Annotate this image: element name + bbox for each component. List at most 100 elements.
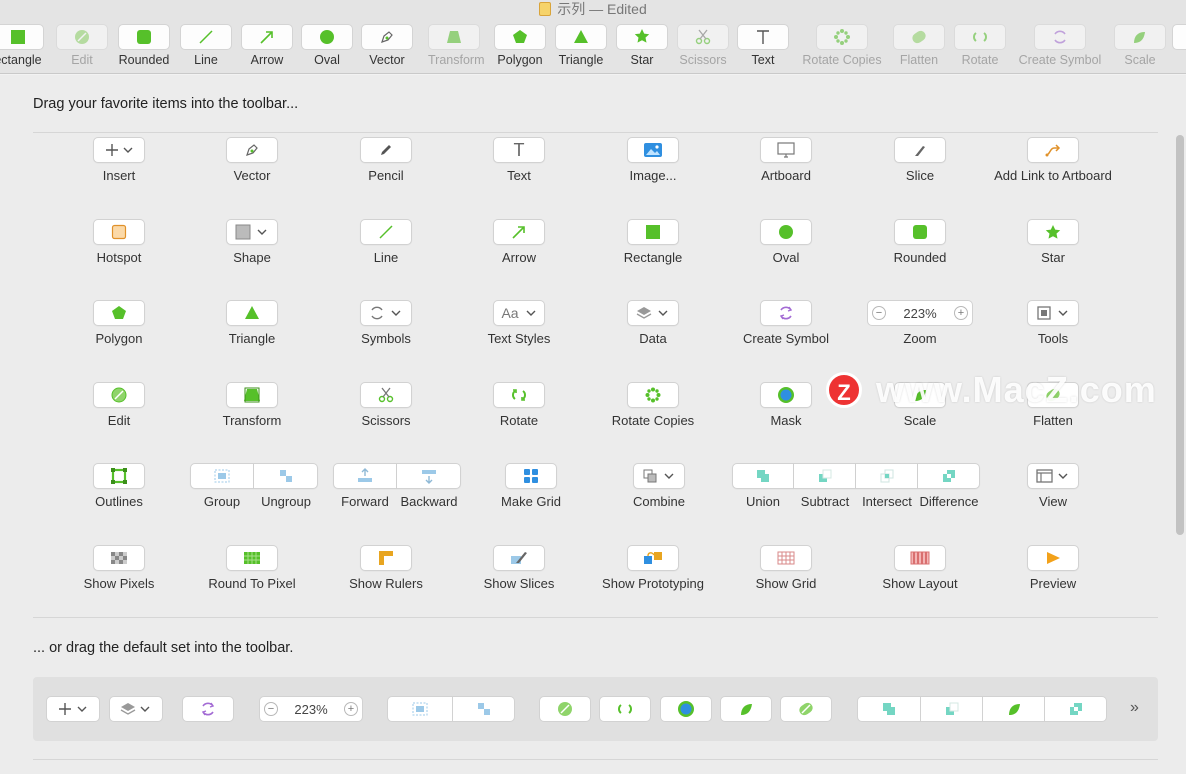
item-slice[interactable]: Slice — [853, 137, 987, 184]
toolbar-item-arrow[interactable]: Arrow — [241, 24, 293, 67]
default-set-toolbar[interactable]: − 223% + » — [33, 677, 1158, 741]
chevron-down-icon — [1058, 473, 1068, 479]
boolean-ops-group: Union Subtract Intersect Difference — [732, 463, 980, 510]
item-data[interactable]: Data — [586, 300, 720, 347]
pencil-icon — [381, 145, 391, 155]
subtract-icon — [945, 702, 958, 715]
item-ungroup[interactable]: Ungroup — [254, 463, 318, 510]
toolbar-item-scissors[interactable]: Scissors — [677, 24, 729, 67]
default-scale[interactable] — [720, 696, 772, 722]
toolbar-item-polygon[interactable]: Polygon — [494, 24, 546, 67]
default-insert[interactable] — [46, 696, 100, 722]
send-backward-icon — [421, 470, 436, 484]
item-symbols[interactable]: Symbols — [319, 300, 453, 347]
item-round-to-pixel[interactable]: Round To Pixel — [185, 545, 319, 592]
item-rectangle[interactable]: Rectangle — [586, 219, 720, 266]
item-star[interactable]: Star — [986, 219, 1120, 266]
item-pencil[interactable]: Pencil — [319, 137, 453, 184]
default-subtract[interactable] — [921, 696, 983, 722]
line-icon — [379, 225, 393, 239]
default-flatten[interactable] — [780, 696, 832, 722]
item-show-pixels[interactable]: Show Pixels — [52, 545, 186, 592]
toolbar-item-rounded[interactable]: Rounded — [118, 24, 170, 67]
toolbar-item-triangle[interactable]: Triangle — [555, 24, 607, 67]
overflow-chevron-icon[interactable]: » — [1130, 699, 1139, 717]
toolbar-item-rotate[interactable]: Rotate — [954, 24, 1006, 67]
item-hotspot[interactable]: Hotspot — [52, 219, 186, 266]
item-show-prototyping[interactable]: Show Prototyping — [586, 545, 720, 592]
item-outlines[interactable]: Outlines — [52, 463, 186, 510]
item-add-link[interactable]: Add Link to Artboard — [986, 137, 1120, 184]
default-rotate[interactable] — [599, 696, 651, 722]
item-tools[interactable]: Tools — [986, 300, 1120, 347]
toolbar-item-rotate-copies[interactable]: Rotate Copies — [797, 24, 887, 67]
item-difference[interactable]: Difference — [918, 463, 980, 510]
default-mask[interactable] — [660, 696, 712, 722]
item-arrow[interactable]: Arrow — [452, 219, 586, 266]
item-show-slices[interactable]: Show Slices — [452, 545, 586, 592]
default-create-symbol[interactable] — [182, 696, 234, 722]
default-ungroup[interactable] — [453, 696, 515, 722]
toolbar-item-vector[interactable]: Vector — [361, 24, 413, 67]
item-view[interactable]: View — [986, 463, 1120, 510]
item-create-symbol[interactable]: Create Symbol — [719, 300, 853, 347]
toolbar-item-star[interactable]: Star — [616, 24, 668, 67]
item-backward[interactable]: Backward — [397, 463, 461, 510]
item-artboard[interactable]: Artboard — [719, 137, 853, 184]
item-show-rulers[interactable]: Show Rulers — [319, 545, 453, 592]
item-forward[interactable]: Forward — [333, 463, 397, 510]
item-subtract[interactable]: Subtract — [794, 463, 856, 510]
zoom-out-icon[interactable]: − — [872, 306, 886, 320]
item-show-grid[interactable]: Show Grid — [719, 545, 853, 592]
toolbar-item-flatten[interactable]: Flatten — [893, 24, 945, 67]
item-insert[interactable]: Insert — [52, 137, 186, 184]
default-data[interactable] — [109, 696, 163, 722]
item-combine[interactable]: Combine — [592, 463, 726, 510]
item-intersect[interactable]: Intersect — [856, 463, 918, 510]
item-rotate-copies[interactable]: Rotate Copies — [586, 382, 720, 429]
item-text[interactable]: T Text — [452, 137, 586, 184]
zoom-control[interactable]: − 223% + — [867, 300, 973, 326]
slice-knife-icon — [915, 146, 925, 156]
divider — [33, 617, 1158, 618]
toolbar-item-line[interactable]: Line — [180, 24, 232, 67]
item-transform[interactable]: Transform — [185, 382, 319, 429]
zoom-out-icon[interactable]: − — [264, 702, 278, 716]
item-scissors[interactable]: Scissors — [319, 382, 453, 429]
toolbar-item-text[interactable]: Text — [737, 24, 789, 67]
item-line[interactable]: Line — [319, 219, 453, 266]
item-make-grid[interactable]: Make Grid — [464, 463, 598, 510]
scrollbar[interactable] — [1176, 135, 1184, 535]
item-union[interactable]: Union — [732, 463, 794, 510]
item-shape[interactable]: Shape — [185, 219, 319, 266]
default-union[interactable] — [857, 696, 921, 722]
item-triangle[interactable]: Triangle — [185, 300, 319, 347]
toolbar-item-u[interactable]: U — [1172, 24, 1186, 67]
default-scale-2[interactable] — [983, 696, 1045, 722]
toolbar-item-oval[interactable]: Oval — [301, 24, 353, 67]
toolbar-item-create-symbol[interactable]: Create Symbol — [1015, 24, 1105, 67]
triangle-icon — [245, 306, 259, 319]
item-group[interactable]: Group — [190, 463, 254, 510]
item-edit[interactable]: Edit — [52, 382, 186, 429]
item-oval[interactable]: Oval — [719, 219, 853, 266]
item-zoom[interactable]: − 223% + Zoom — [853, 300, 987, 347]
default-group[interactable] — [387, 696, 453, 722]
toolbar-item-transform[interactable]: Transform — [428, 24, 485, 67]
default-zoom[interactable]: − 223% + — [259, 696, 363, 722]
item-image[interactable]: Image... — [586, 137, 720, 184]
default-difference[interactable] — [1045, 696, 1107, 722]
zoom-in-icon[interactable]: + — [954, 306, 968, 320]
toolbar-item-ectangle[interactable]: ectangle — [0, 24, 44, 67]
zoom-in-icon[interactable]: + — [344, 702, 358, 716]
item-polygon[interactable]: Polygon — [52, 300, 186, 347]
item-vector[interactable]: Vector — [185, 137, 319, 184]
item-rotate[interactable]: Rotate — [452, 382, 586, 429]
default-edit[interactable] — [539, 696, 591, 722]
item-preview[interactable]: Preview — [986, 545, 1120, 592]
item-text-styles[interactable]: Aa Text Styles — [452, 300, 586, 347]
toolbar-item-scale[interactable]: Scale — [1114, 24, 1166, 67]
item-rounded[interactable]: Rounded — [853, 219, 987, 266]
item-show-layout[interactable]: Show Layout — [853, 545, 987, 592]
toolbar-item-edit[interactable]: Edit — [56, 24, 108, 67]
